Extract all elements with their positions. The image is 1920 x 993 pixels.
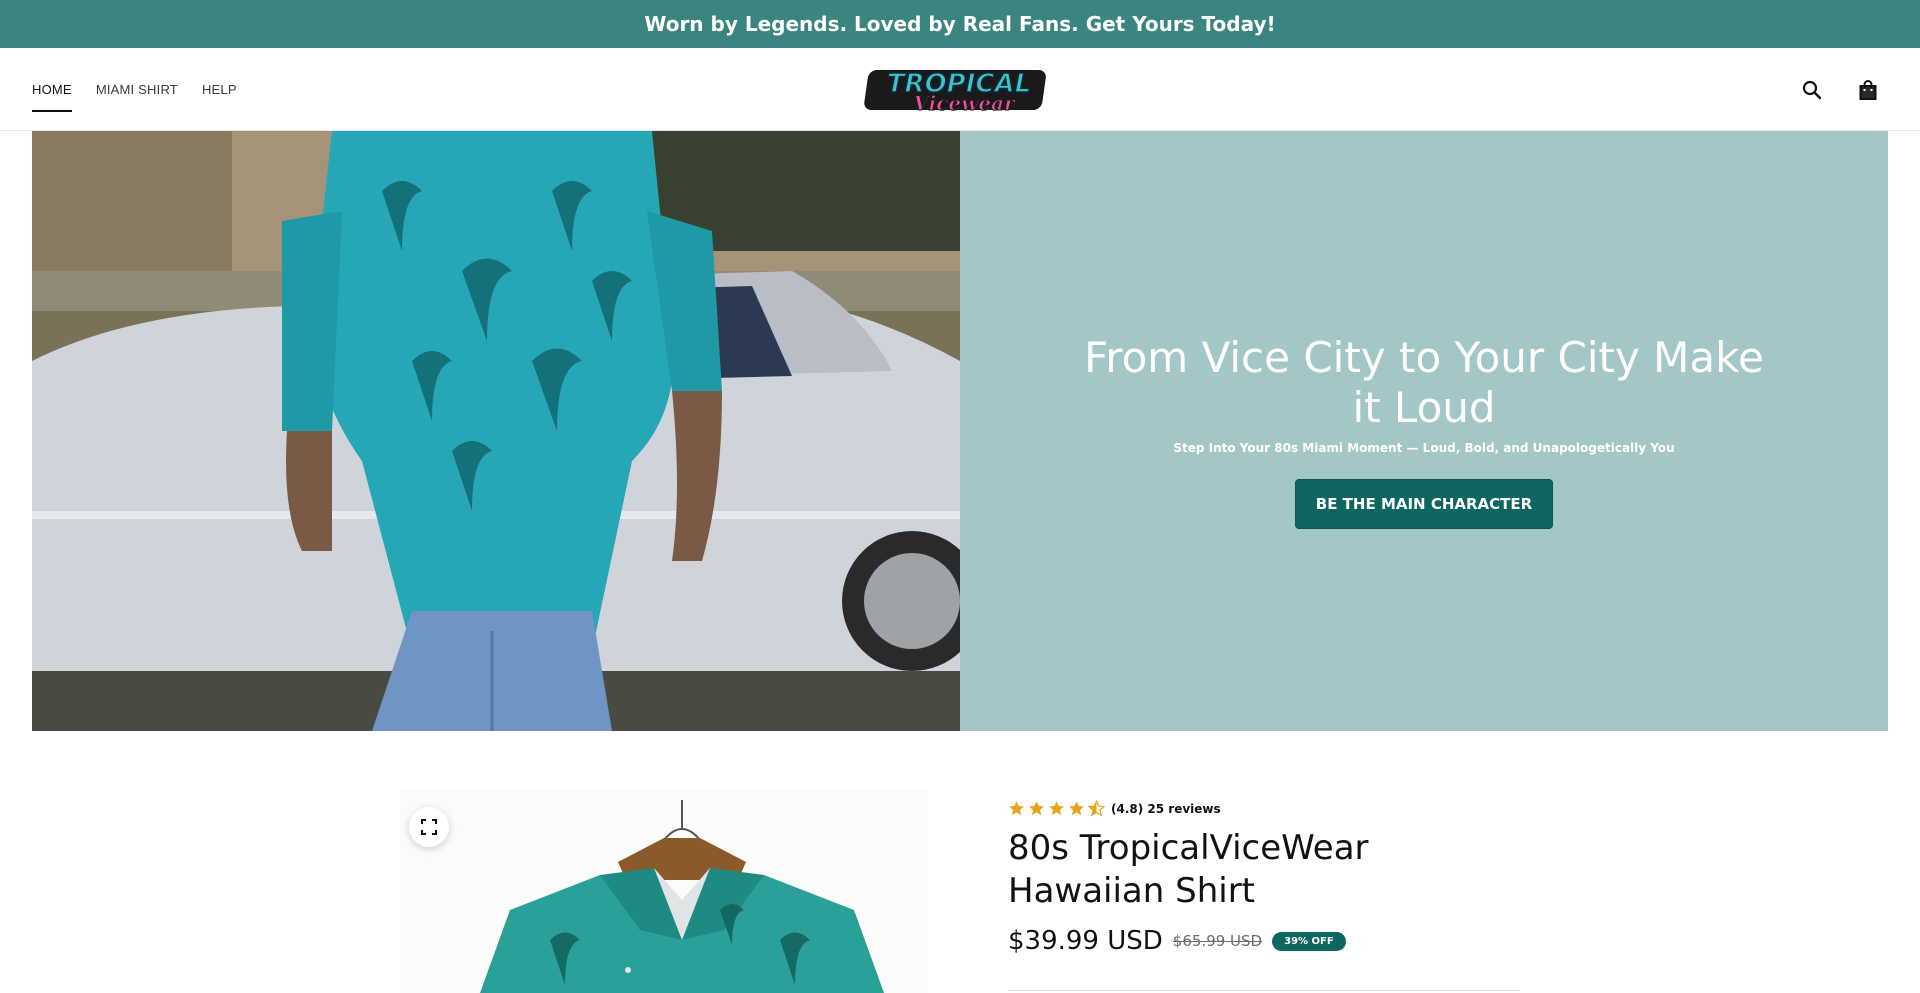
hero-section: From Vice City to Your City Make it Loud… — [32, 131, 1888, 731]
discount-badge: 39% OFF — [1272, 931, 1346, 951]
nav-item-help[interactable]: HELP — [202, 76, 237, 103]
star-full-icon — [1029, 801, 1044, 816]
price-row: $39.99 USD $65.99 USD 39% OFF — [1008, 926, 1528, 956]
nav-item-home[interactable]: HOME — [32, 76, 72, 112]
search-icon[interactable] — [1800, 78, 1824, 102]
star-full-icon — [1009, 801, 1024, 816]
site-header: HOME MIAMI SHIRT HELP TROPICAL Vicewear — [0, 48, 1920, 131]
main-nav: HOME MIAMI SHIRT HELP — [32, 48, 237, 131]
product-price: $39.99 USD — [1008, 926, 1163, 956]
bag-icon[interactable] — [1856, 78, 1880, 102]
star-full-icon — [1049, 801, 1064, 816]
site-logo[interactable]: TROPICAL Vicewear — [864, 62, 1054, 118]
expand-icon — [421, 819, 437, 835]
product-title: 80s TropicalViceWear Hawaiian Shirt — [1008, 828, 1369, 911]
zoom-expand-button[interactable] — [409, 807, 449, 847]
star-half-icon — [1088, 800, 1105, 817]
product-image[interactable] — [400, 790, 928, 993]
logo-line2: Vicewear — [913, 91, 1016, 115]
product-rating[interactable]: (4.8) 25 reviews — [1008, 800, 1528, 817]
product-info: (4.8) 25 reviews 80s TropicalViceWear Ha… — [1008, 800, 1528, 956]
compare-price: $65.99 USD — [1172, 932, 1263, 950]
header-icons — [1800, 48, 1880, 131]
hero-panel: From Vice City to Your City Make it Loud… — [960, 131, 1888, 731]
divider — [1008, 990, 1520, 991]
star-full-icon — [1069, 801, 1084, 816]
hero-cta-button[interactable]: BE THE MAIN CHARACTER — [1294, 479, 1554, 529]
hero-subtitle: Step Into Your 80s Miami Moment — Loud, … — [1173, 441, 1675, 455]
hero-image — [32, 131, 960, 731]
announcement-text: Worn by Legends. Loved by Real Fans. Get… — [644, 12, 1276, 36]
nav-item-miami-shirt[interactable]: MIAMI SHIRT — [96, 76, 178, 103]
rating-text: (4.8) 25 reviews — [1111, 801, 1221, 816]
announcement-bar: Worn by Legends. Loved by Real Fans. Get… — [0, 0, 1920, 48]
hero-title: From Vice City to Your City Make it Loud — [1084, 333, 1764, 432]
